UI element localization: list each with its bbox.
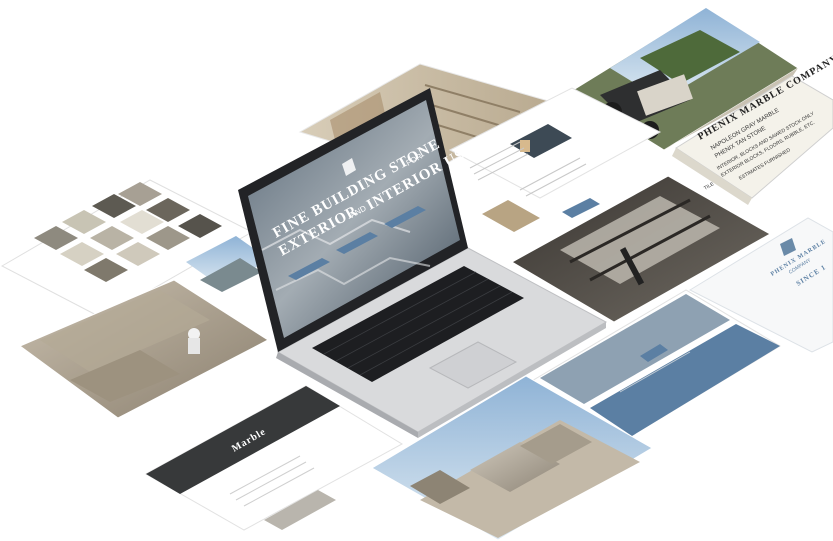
quarry-photo-card <box>18 279 269 419</box>
promo-collage: PHENIX MARBLE COMPANY NAPOLEON GRAY MARB… <box>0 7 833 541</box>
marble-page-card: Marble <box>144 385 404 531</box>
article-read-more-button[interactable] <box>562 198 600 218</box>
